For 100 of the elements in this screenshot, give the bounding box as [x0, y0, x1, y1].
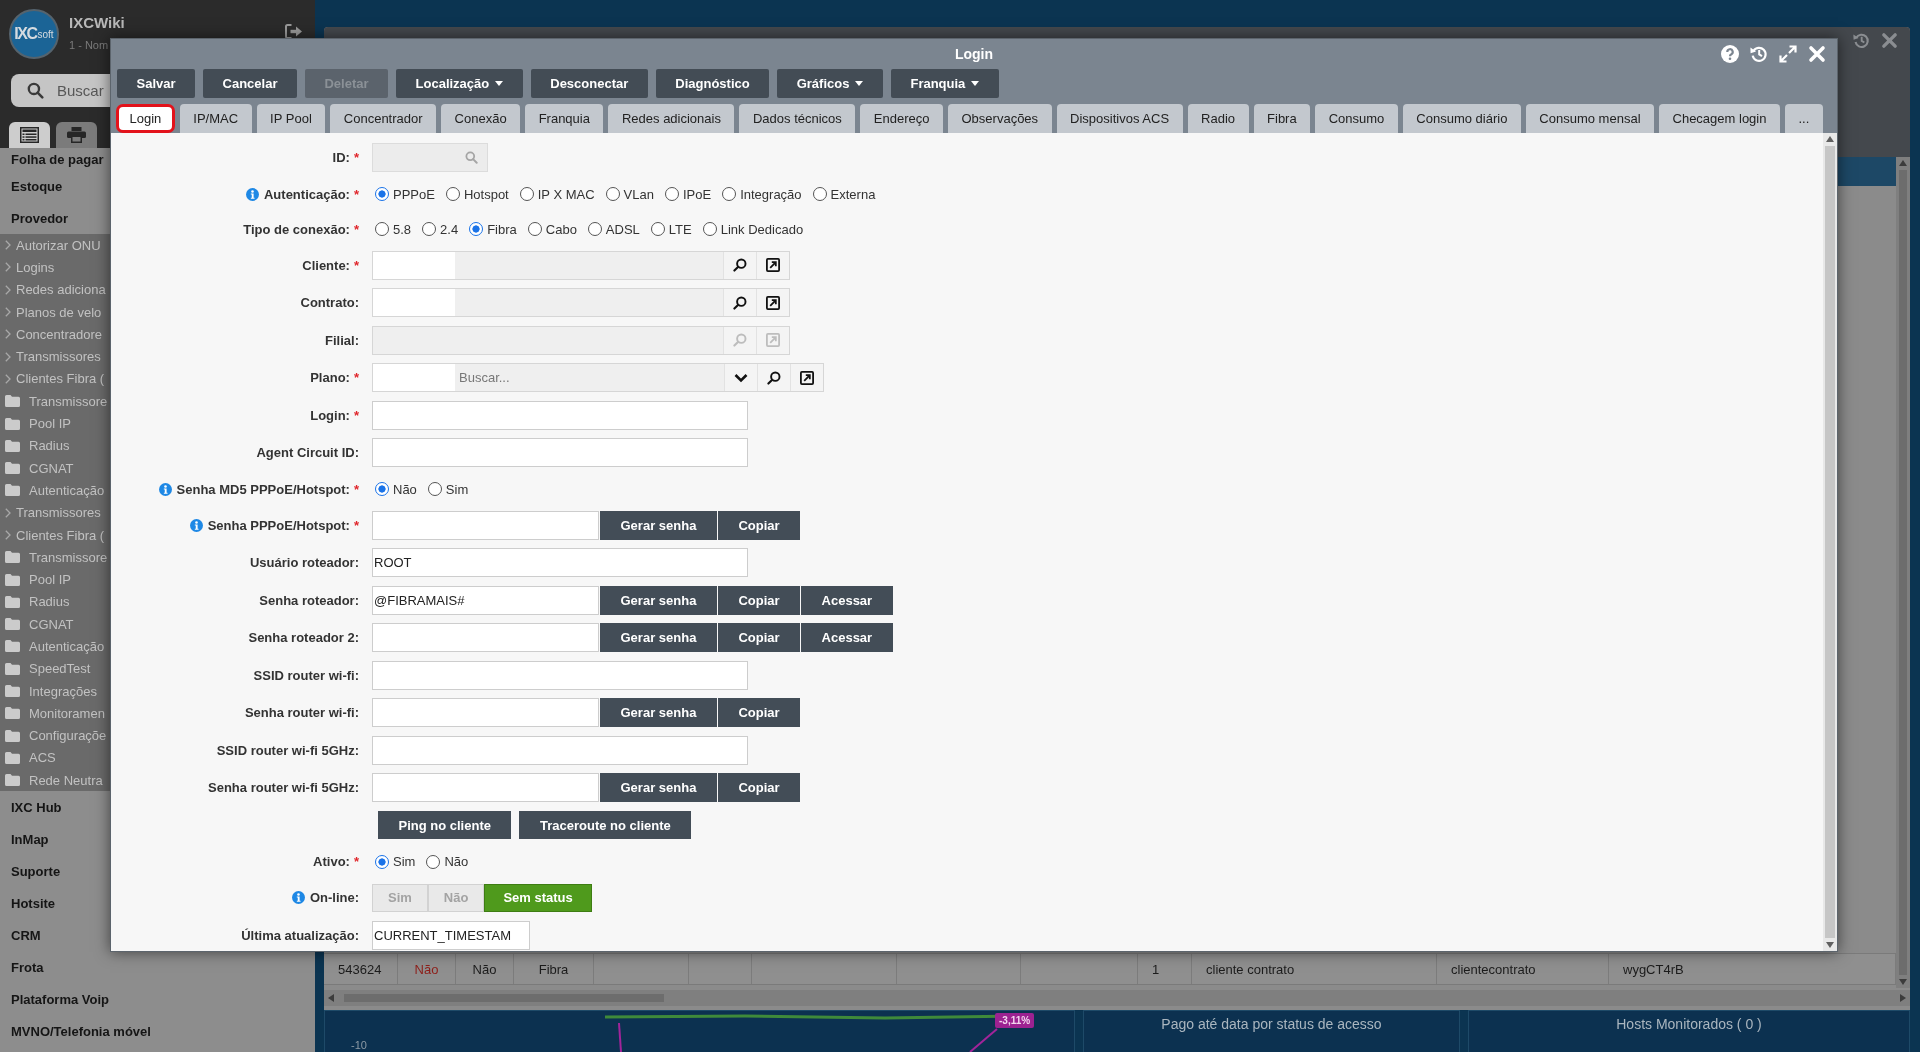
option-label[interactable]: LTE: [668, 221, 692, 237]
menu-item[interactable]: Estoque: [11, 178, 63, 194]
text-input[interactable]: [372, 735, 748, 765]
tab[interactable]: IP Pool: [256, 104, 326, 133]
scrollbar[interactable]: [1896, 157, 1910, 988]
tab[interactable]: Redes adicionais: [608, 104, 735, 133]
text-input[interactable]: [372, 438, 748, 468]
close-icon[interactable]: [1881, 32, 1898, 49]
form-button[interactable]: Acessar: [801, 585, 893, 615]
form-button[interactable]: Copiar: [717, 585, 801, 615]
code-input[interactable]: [373, 289, 455, 317]
down-arrow-icon[interactable]: [1899, 979, 1907, 985]
text-input[interactable]: [372, 773, 599, 803]
option-label[interactable]: IPoE: [682, 186, 712, 202]
radio-button[interactable]: [375, 222, 389, 236]
history-icon[interactable]: [1853, 32, 1870, 49]
tab[interactable]: Conexão: [441, 104, 521, 133]
radio-button[interactable]: [519, 187, 534, 201]
scroll-thumb[interactable]: [1825, 146, 1835, 938]
help-icon[interactable]: [1721, 45, 1739, 63]
menu-item[interactable]: MVNO/Telefonia móvel: [11, 1023, 151, 1039]
form-button[interactable]: Gerar senha: [600, 623, 717, 653]
tab[interactable]: Radio: [1187, 104, 1249, 133]
option-label[interactable]: Fibra: [487, 221, 517, 237]
menu-item[interactable]: IXC Hub: [11, 799, 62, 815]
menu-item[interactable]: Hotsite: [11, 895, 56, 911]
text-input[interactable]: [372, 400, 748, 430]
text-input[interactable]: ROOT: [372, 548, 748, 578]
scrollbar[interactable]: [324, 990, 1910, 1006]
radio-button[interactable]: [650, 222, 665, 236]
tab[interactable]: Fibra: [1253, 104, 1311, 133]
lookup-field[interactable]: Buscar...: [372, 363, 824, 393]
text-input[interactable]: CURRENT_TIMESTAM: [372, 920, 530, 950]
form-button[interactable]: Gerar senha: [600, 510, 717, 540]
toolbar-button[interactable]: Salvar: [117, 69, 196, 98]
toolbar-button[interactable]: Diagnóstico: [655, 69, 770, 98]
form-button[interactable]: Copiar: [717, 773, 801, 803]
radio-button[interactable]: [426, 854, 441, 869]
form-button[interactable]: Traceroute no cliente: [519, 811, 692, 840]
tab[interactable]: Consumo mensal: [1525, 104, 1654, 133]
option-label[interactable]: Não: [393, 481, 417, 497]
menu-item[interactable]: Provedor: [11, 210, 69, 226]
left-arrow-icon[interactable]: [328, 994, 334, 1002]
right-arrow-icon[interactable]: [1900, 994, 1906, 1002]
menu-item[interactable]: Suporte: [11, 863, 61, 879]
form-button[interactable]: Acessar: [801, 623, 893, 653]
radio-button[interactable]: [527, 222, 542, 236]
radio-button[interactable]: [445, 187, 460, 201]
down-arrow-icon[interactable]: [1826, 942, 1834, 948]
tab[interactable]: IP/MAC: [179, 104, 252, 133]
search-input[interactable]: Buscar: [57, 82, 107, 99]
form-button[interactable]: Gerar senha: [600, 698, 717, 728]
form-button[interactable]: Gerar senha: [600, 585, 717, 615]
option-label[interactable]: Externa: [830, 186, 876, 202]
up-arrow-icon[interactable]: [1899, 160, 1907, 166]
radio-button[interactable]: [722, 187, 737, 201]
code-input[interactable]: [373, 251, 455, 279]
option-label[interactable]: Integração: [740, 186, 802, 202]
toolbar-button[interactable]: Franquia: [890, 69, 999, 98]
option-label[interactable]: PPPoE: [393, 186, 435, 202]
tab[interactable]: Consumo: [1315, 104, 1398, 133]
form-button[interactable]: Copiar: [717, 623, 801, 653]
tab[interactable]: Franquia: [525, 104, 604, 133]
tab[interactable]: Checagem login: [1659, 104, 1780, 133]
radio-button[interactable]: [605, 187, 620, 201]
tab[interactable]: Consumo diário: [1402, 104, 1521, 133]
option-label[interactable]: VLan: [623, 186, 654, 202]
toolbar-button[interactable]: Gráficos: [777, 69, 883, 98]
menu-item[interactable]: InMap: [11, 831, 49, 847]
sidebar-tab[interactable]: [9, 122, 50, 148]
search-field[interactable]: Buscar: [11, 74, 110, 107]
form-button[interactable]: Copiar: [717, 698, 801, 728]
option-label[interactable]: ADSL: [605, 221, 640, 237]
radio-button[interactable]: [427, 482, 442, 496]
option-label[interactable]: 2.4: [440, 221, 459, 237]
lookup-field[interactable]: [372, 250, 790, 280]
toolbar-button[interactable]: Desconectar: [530, 69, 648, 98]
tab[interactable]: Dispositivos ACS: [1056, 104, 1183, 133]
radio-button[interactable]: [375, 482, 389, 496]
radio-button[interactable]: [375, 854, 389, 869]
logout-icon[interactable]: [285, 24, 302, 39]
radio-button[interactable]: [812, 187, 827, 201]
radio-button[interactable]: [702, 222, 717, 236]
radio-button[interactable]: [422, 222, 437, 236]
option-label[interactable]: Cabo: [545, 221, 577, 237]
status-option[interactable]: Sem status: [484, 883, 592, 912]
option-label[interactable]: IP X MAC: [537, 186, 595, 202]
tab[interactable]: Dados técnicos: [739, 104, 856, 133]
toolbar-button[interactable]: Cancelar: [203, 69, 297, 98]
radio-button[interactable]: [469, 222, 484, 236]
tab[interactable]: Login: [116, 104, 175, 133]
tab[interactable]: ...: [1784, 104, 1823, 133]
text-input[interactable]: [372, 623, 599, 653]
text-input[interactable]: [372, 510, 599, 540]
tab[interactable]: Concentrador: [330, 104, 437, 133]
option-label[interactable]: Não: [444, 854, 469, 869]
tab[interactable]: Observações: [948, 104, 1052, 133]
menu-item[interactable]: Plataforma Voip: [11, 991, 109, 1007]
form-button[interactable]: Copiar: [717, 510, 801, 540]
menu-item[interactable]: Frota: [11, 959, 44, 975]
